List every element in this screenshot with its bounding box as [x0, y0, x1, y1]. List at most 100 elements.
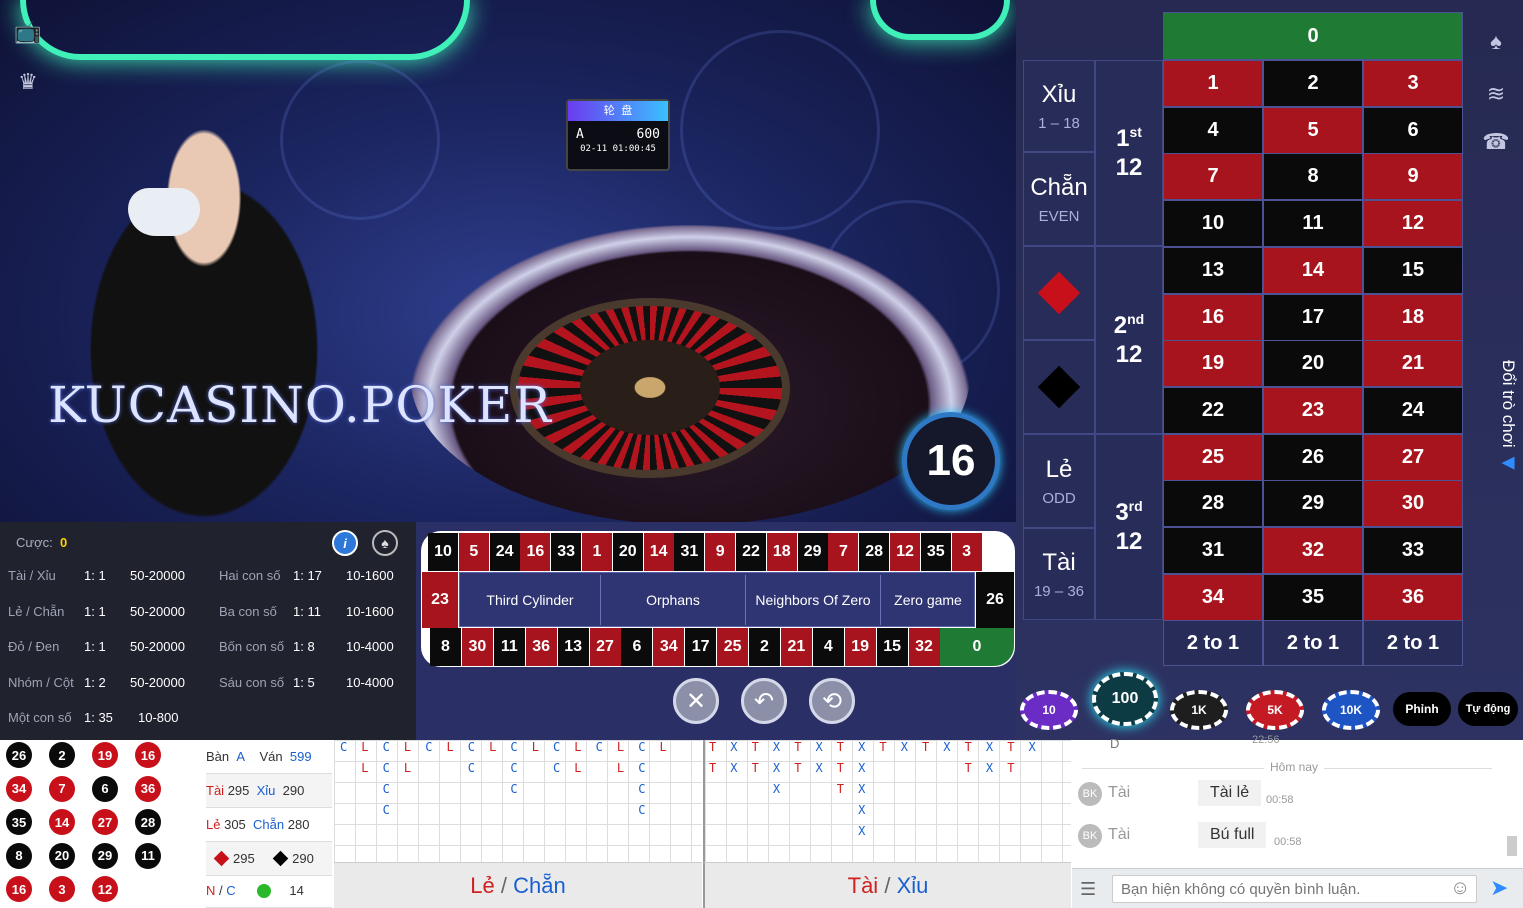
bet-tai[interactable]: Tài 19 – 36: [1023, 528, 1095, 620]
bet-number[interactable]: 36: [1363, 573, 1463, 621]
race-number[interactable]: 27: [589, 628, 621, 666]
bet-le[interactable]: Lẻ ODD: [1023, 434, 1095, 528]
bet-number[interactable]: 25: [1163, 433, 1263, 481]
chip-1K[interactable]: 1K: [1170, 690, 1228, 730]
tv-icon[interactable]: 📺: [10, 14, 46, 50]
race-number[interactable]: 1: [582, 533, 612, 571]
race-number[interactable]: 18: [766, 533, 797, 571]
section-orphans[interactable]: Orphans: [600, 575, 745, 625]
race-number[interactable]: 14: [643, 533, 674, 571]
bet-number[interactable]: 22: [1163, 386, 1263, 434]
race-number[interactable]: 6: [621, 628, 653, 666]
bet-zero[interactable]: 0: [1163, 12, 1463, 60]
chat-scrollbar[interactable]: [1507, 836, 1517, 856]
bet-number[interactable]: 8: [1263, 153, 1363, 201]
repeat-button[interactable]: ⟲: [809, 678, 855, 724]
bet-number[interactable]: 18: [1363, 293, 1463, 341]
race-number[interactable]: 15: [876, 628, 908, 666]
race-number[interactable]: 22: [736, 533, 766, 571]
bet-number[interactable]: 32: [1263, 527, 1363, 574]
bet-number[interactable]: 1: [1163, 60, 1263, 107]
race-number[interactable]: 32: [908, 628, 940, 666]
auto-button[interactable]: Tự động: [1458, 692, 1518, 726]
chip-5K[interactable]: 5K: [1246, 690, 1304, 730]
race-number[interactable]: 8: [430, 628, 461, 666]
race-number[interactable]: 36: [525, 628, 557, 666]
bet-number[interactable]: 5: [1263, 106, 1363, 154]
bet-number[interactable]: 16: [1163, 293, 1263, 341]
race-number[interactable]: 2: [749, 628, 780, 666]
chips-button[interactable]: Phỉnh: [1393, 692, 1451, 726]
section-third-cylinder[interactable]: Third Cylinder: [460, 575, 600, 625]
bet-column[interactable]: 2 to 1: [1363, 620, 1463, 666]
race-number[interactable]: 12: [890, 533, 920, 571]
bet-dozen-3[interactable]: 3rd 12: [1095, 434, 1163, 620]
chip-10[interactable]: 10: [1020, 690, 1078, 730]
bet-dozen-1[interactable]: 1st 12: [1095, 60, 1163, 246]
wifi-icon[interactable]: ≋: [1478, 76, 1514, 112]
race-number[interactable]: 19: [844, 628, 876, 666]
race-number[interactable]: 7: [828, 533, 859, 571]
change-game-tab[interactable]: Đổi trò chơi ◀: [1488, 360, 1518, 490]
bet-red[interactable]: [1023, 246, 1095, 340]
bet-number[interactable]: 33: [1363, 527, 1463, 574]
race-number[interactable]: 34: [653, 628, 685, 666]
chat-input[interactable]: [1112, 875, 1477, 903]
bet-number[interactable]: 3: [1363, 60, 1463, 107]
clear-bets-button[interactable]: ✕: [673, 678, 719, 724]
race-number[interactable]: 11: [493, 628, 525, 666]
race-number[interactable]: 17: [685, 628, 717, 666]
bet-number[interactable]: 23: [1263, 386, 1363, 434]
bet-number[interactable]: 10: [1163, 200, 1263, 248]
bet-column[interactable]: 2 to 1: [1263, 620, 1363, 666]
race-number[interactable]: 35: [920, 533, 951, 571]
race-number[interactable]: 21: [780, 628, 812, 666]
le-chan-road-footer[interactable]: Lẻ / Chẵn: [334, 862, 702, 908]
race-number[interactable]: 24: [489, 533, 520, 571]
bet-number[interactable]: 34: [1163, 573, 1263, 621]
race-number[interactable]: 33: [551, 533, 582, 571]
race-zero[interactable]: 0: [940, 628, 1014, 666]
chip-10K[interactable]: 10K: [1322, 690, 1380, 730]
bet-dozen-2[interactable]: 2nd 12: [1095, 246, 1163, 434]
bet-number[interactable]: 30: [1363, 480, 1463, 528]
race-number[interactable]: 23: [422, 572, 458, 628]
race-number[interactable]: 26: [976, 572, 1014, 628]
race-number[interactable]: 13: [557, 628, 589, 666]
bet-black[interactable]: [1023, 340, 1095, 434]
spade-icon[interactable]: ♠: [1478, 24, 1514, 60]
race-number[interactable]: 30: [461, 628, 493, 666]
bet-number[interactable]: 28: [1163, 480, 1263, 528]
bet-xiu[interactable]: Xỉu 1 – 18: [1023, 60, 1095, 152]
chip-100[interactable]: 100: [1092, 672, 1158, 726]
bet-number[interactable]: 31: [1163, 527, 1263, 574]
bet-number[interactable]: 14: [1263, 246, 1363, 294]
tai-xiu-road-footer[interactable]: Tài / Xỉu: [703, 862, 1071, 908]
bet-number[interactable]: 12: [1363, 200, 1463, 248]
bet-number[interactable]: 26: [1263, 433, 1363, 481]
menu-icon[interactable]: ☰: [1080, 879, 1096, 900]
send-icon[interactable]: ➤: [1490, 875, 1508, 901]
race-number[interactable]: 29: [797, 533, 828, 571]
bet-number[interactable]: 21: [1363, 340, 1463, 388]
bet-number[interactable]: 17: [1263, 293, 1363, 341]
race-number[interactable]: 16: [520, 533, 551, 571]
phone-icon[interactable]: ☎: [1478, 124, 1514, 160]
bet-number[interactable]: 7: [1163, 153, 1263, 201]
race-number[interactable]: 10: [428, 533, 458, 571]
undo-button[interactable]: ↶: [741, 678, 787, 724]
bet-number[interactable]: 6: [1363, 106, 1463, 154]
section-neighbors-of-zero[interactable]: Neighbors Of Zero: [745, 575, 880, 625]
race-number[interactable]: 3: [951, 533, 982, 571]
race-number[interactable]: 20: [612, 533, 643, 571]
race-number[interactable]: 4: [812, 628, 844, 666]
bet-chan[interactable]: Chẵn EVEN: [1023, 152, 1095, 246]
bet-number[interactable]: 24: [1363, 386, 1463, 434]
emoji-icon[interactable]: ☺: [1450, 877, 1470, 900]
bet-number[interactable]: 2: [1263, 60, 1363, 107]
race-number[interactable]: 28: [859, 533, 890, 571]
section-zero-game[interactable]: Zero game: [880, 575, 975, 625]
info-icon[interactable]: i: [332, 530, 358, 556]
race-number[interactable]: 9: [705, 533, 736, 571]
bet-number[interactable]: 20: [1263, 340, 1363, 388]
